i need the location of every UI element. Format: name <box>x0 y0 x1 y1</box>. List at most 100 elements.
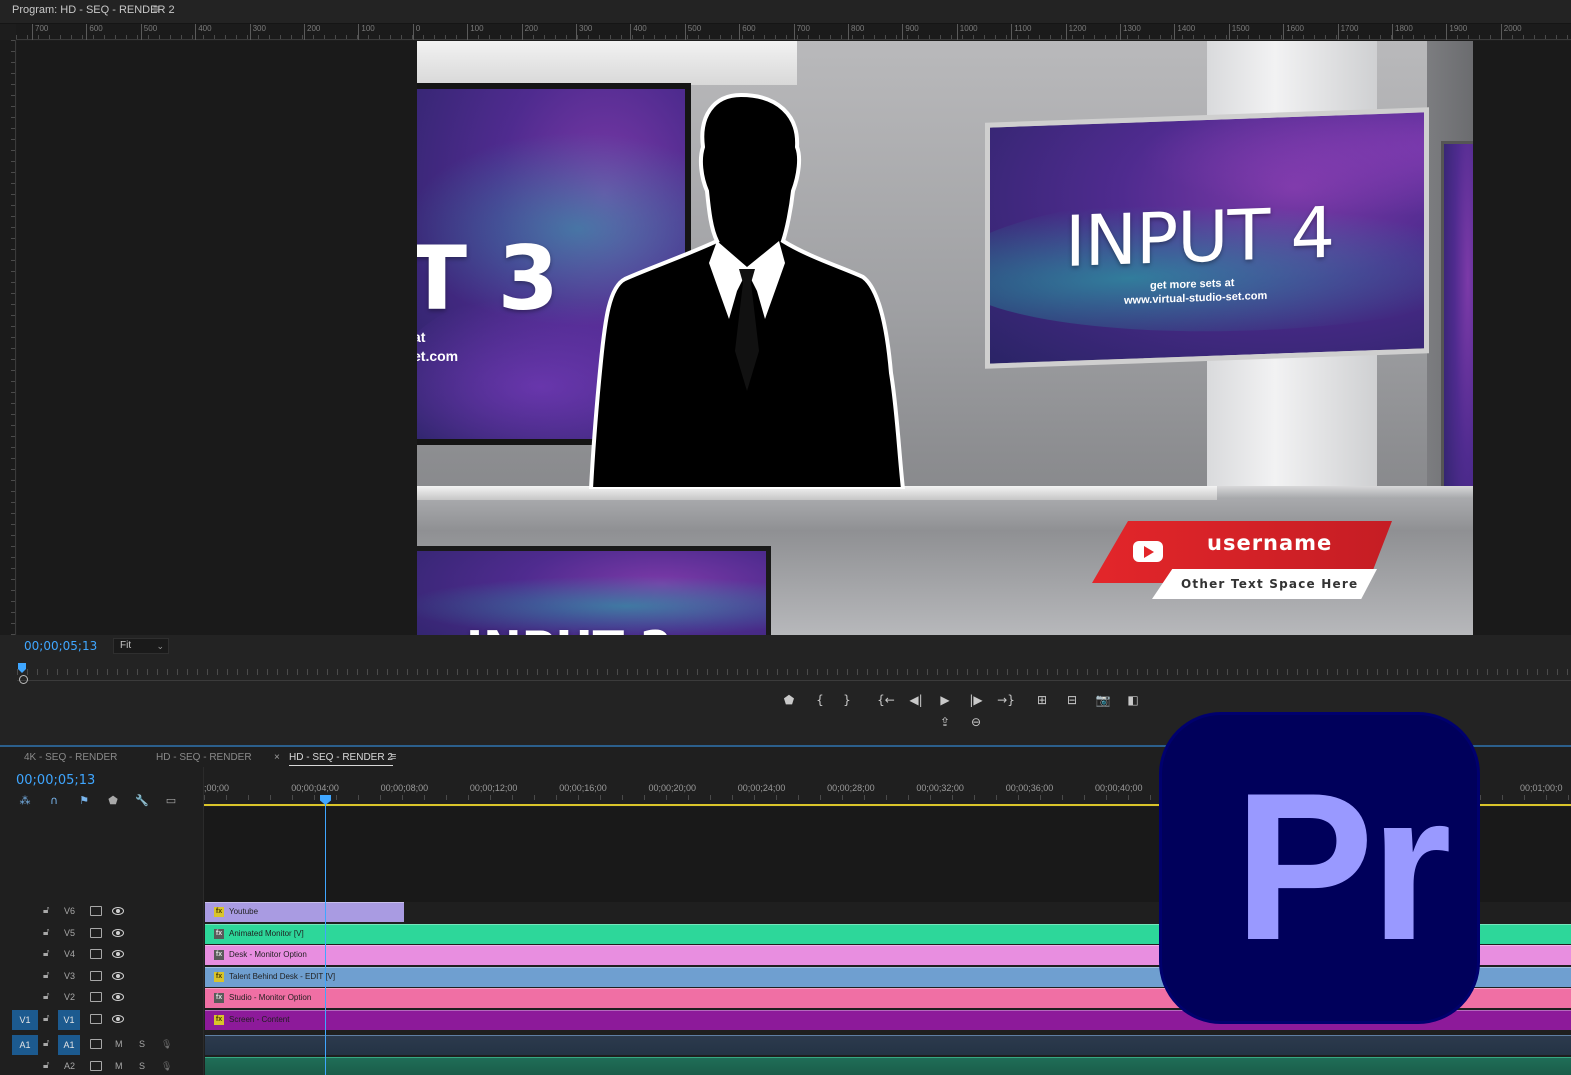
mark-in-icon[interactable]: { <box>810 691 830 709</box>
premiere-pro-logo: Pr <box>1159 712 1480 1024</box>
tab-hd-seq-render[interactable]: HD - SEQ - RENDER <box>156 752 252 763</box>
clip-v6[interactable]: fx Youtube <box>205 902 404 922</box>
microphone-icon[interactable]: 🎙︎ <box>161 1061 172 1072</box>
audio-clip-a1[interactable] <box>205 1035 1571 1055</box>
source-patch-v1[interactable]: V1 <box>12 1009 38 1030</box>
snap-insert-icon[interactable]: ⁂ <box>18 793 32 807</box>
go-to-in-icon[interactable]: {← <box>876 691 896 709</box>
track-label[interactable]: A2 <box>64 1061 75 1071</box>
track-label[interactable]: V4 <box>64 949 75 959</box>
go-to-out-icon[interactable]: →} <box>996 691 1016 709</box>
playhead-line[interactable] <box>325 800 326 1075</box>
timeline-menu-icon[interactable]: ≡ <box>390 751 396 763</box>
left-screen-subtitle-1: at <box>417 329 426 345</box>
solo-button[interactable]: S <box>139 1061 145 1071</box>
track-label[interactable]: V5 <box>64 928 75 938</box>
export-icon[interactable]: ⇪ <box>935 713 955 731</box>
track-label[interactable]: V6 <box>64 906 75 916</box>
eye-icon[interactable] <box>112 907 124 915</box>
program-timecode[interactable]: 00;00;05;13 <box>24 639 97 653</box>
track-label[interactable]: A1 <box>58 1035 80 1055</box>
timecode-label: 00;00;20;00 <box>648 783 697 793</box>
captions-icon[interactable]: ▭ <box>164 793 178 807</box>
sync-lock-icon[interactable] <box>90 992 102 1002</box>
audio-track-header-a2[interactable]: 🔓︎ A2 M S 🎙︎ <box>0 1057 204 1075</box>
microphone-icon[interactable]: 🎙︎ <box>161 1039 172 1050</box>
eye-icon[interactable] <box>112 928 124 937</box>
lock-icon[interactable]: 🔓︎ <box>43 905 49 916</box>
add-marker-icon[interactable]: ⬟ <box>779 691 799 709</box>
audio-track-header-a1[interactable]: A1 🔓︎ A1 M S 🎙︎ <box>0 1035 204 1055</box>
sync-lock-icon[interactable] <box>90 927 102 938</box>
video-track-header-v5[interactable]: 🔓︎ V5 <box>0 924 204 944</box>
export-frame-icon[interactable]: 📷 <box>1093 691 1113 709</box>
lock-icon[interactable]: 🔓︎ <box>43 927 49 938</box>
timeline-timecode[interactable]: 00;00;05;13 <box>16 773 95 788</box>
studio-screen-right: INPUT 4 get more sets at www.virtual-stu… <box>985 107 1429 369</box>
sync-lock-icon[interactable] <box>90 970 102 981</box>
ruler-tick-label: 1100 <box>1011 24 1031 40</box>
vr-icon[interactable]: ⊖ <box>966 713 986 731</box>
mark-out-icon[interactable]: } <box>837 691 857 709</box>
close-tab-icon[interactable]: × <box>274 752 280 763</box>
lock-icon[interactable]: 🔓︎ <box>43 970 49 981</box>
sync-lock-icon[interactable] <box>90 1013 102 1024</box>
video-track-header-v1[interactable]: V1 🔓︎ V1 <box>0 1009 204 1030</box>
video-track-header-v2[interactable]: 🔓︎ V2 <box>0 988 204 1008</box>
comparison-view-icon[interactable]: ◧ <box>1123 691 1143 709</box>
lock-icon[interactable]: 🔓︎ <box>43 1013 49 1024</box>
step-back-icon[interactable]: ◀| <box>906 691 926 709</box>
ruler-tick-label: 900 <box>902 24 919 40</box>
program-monitor-title[interactable]: Program: HD - SEQ - RENDER 2 <box>12 4 175 16</box>
eye-icon[interactable] <box>112 971 124 980</box>
lock-icon[interactable]: 🔓︎ <box>43 948 49 959</box>
right-screen-title: INPUT 4 <box>1065 191 1335 283</box>
solo-button[interactable]: S <box>139 1039 145 1049</box>
sync-lock-icon[interactable] <box>90 949 102 959</box>
eye-icon[interactable] <box>112 1014 124 1023</box>
mini-zoom-handle[interactable] <box>19 675 28 684</box>
video-track-header-v3[interactable]: 🔓︎ V3 <box>0 967 204 987</box>
program-mini-timeline[interactable] <box>17 661 1571 681</box>
ruler-tick-label: 1000 <box>956 24 978 40</box>
add-marker-icon[interactable]: ⬟ <box>106 793 120 807</box>
tab-4k-seq-render[interactable]: 4K - SEQ - RENDER <box>24 752 117 763</box>
source-patch-a1[interactable]: A1 <box>12 1035 38 1055</box>
video-track-header-v6[interactable]: 🔓︎ V6 <box>0 902 204 922</box>
extract-icon[interactable]: ⊟ <box>1062 691 1082 709</box>
youtube-icon <box>1133 541 1163 562</box>
mute-button[interactable]: M <box>115 1039 123 1049</box>
sync-lock-icon[interactable] <box>90 906 102 916</box>
lock-icon[interactable]: 🔓︎ <box>43 1038 49 1049</box>
chevron-down-icon: ⌄ <box>156 641 164 651</box>
timecode-label: 00;00;28;00 <box>827 783 875 793</box>
mute-button[interactable]: M <box>115 1061 123 1071</box>
ruler-tick-label: 1900 <box>1446 24 1467 40</box>
zoom-level-select[interactable]: Fit ⌄ <box>113 638 169 654</box>
vertical-ruler <box>0 40 16 635</box>
tab-hd-seq-render-2[interactable]: HD - SEQ - RENDER 2 <box>289 752 393 766</box>
ruler-tick-label: 2000 <box>1500 24 1522 40</box>
track-label[interactable]: V3 <box>64 971 75 981</box>
eye-icon[interactable] <box>112 950 124 958</box>
program-video-frame[interactable]: T 3 at et.com INPUT 4 get more sets at w… <box>417 41 1473 635</box>
sync-lock-icon[interactable] <box>90 1039 102 1049</box>
lift-icon[interactable]: ⊞ <box>1032 691 1052 709</box>
lock-icon[interactable]: 🔓︎ <box>43 991 49 1002</box>
left-screen-subtitle-2: et.com <box>417 348 459 364</box>
track-label[interactable]: V1 <box>58 1009 80 1030</box>
step-forward-icon[interactable]: |▶ <box>966 691 986 709</box>
panel-menu-icon[interactable]: ≡ <box>153 2 160 16</box>
sync-lock-icon[interactable] <box>90 1060 102 1071</box>
ruler-tick-label: 100 <box>467 24 484 40</box>
linked-selection-icon[interactable]: ⚑ <box>77 793 91 807</box>
settings-wrench-icon[interactable]: 🔧 <box>135 793 149 807</box>
horizontal-ruler: 700 600 500 400 300 200 100 0 100 200 300 400 500 600… <box>16 24 1571 40</box>
audio-clip-a2[interactable] <box>205 1056 1571 1075</box>
lock-icon[interactable]: 🔓︎ <box>43 1060 49 1071</box>
magnet-snap-icon[interactable]: ∩ <box>47 793 61 807</box>
video-track-header-v4[interactable]: 🔓︎ V4 <box>0 945 204 965</box>
eye-icon[interactable] <box>112 993 124 1001</box>
play-icon[interactable]: ▶ <box>935 691 955 709</box>
track-label[interactable]: V2 <box>64 992 75 1002</box>
